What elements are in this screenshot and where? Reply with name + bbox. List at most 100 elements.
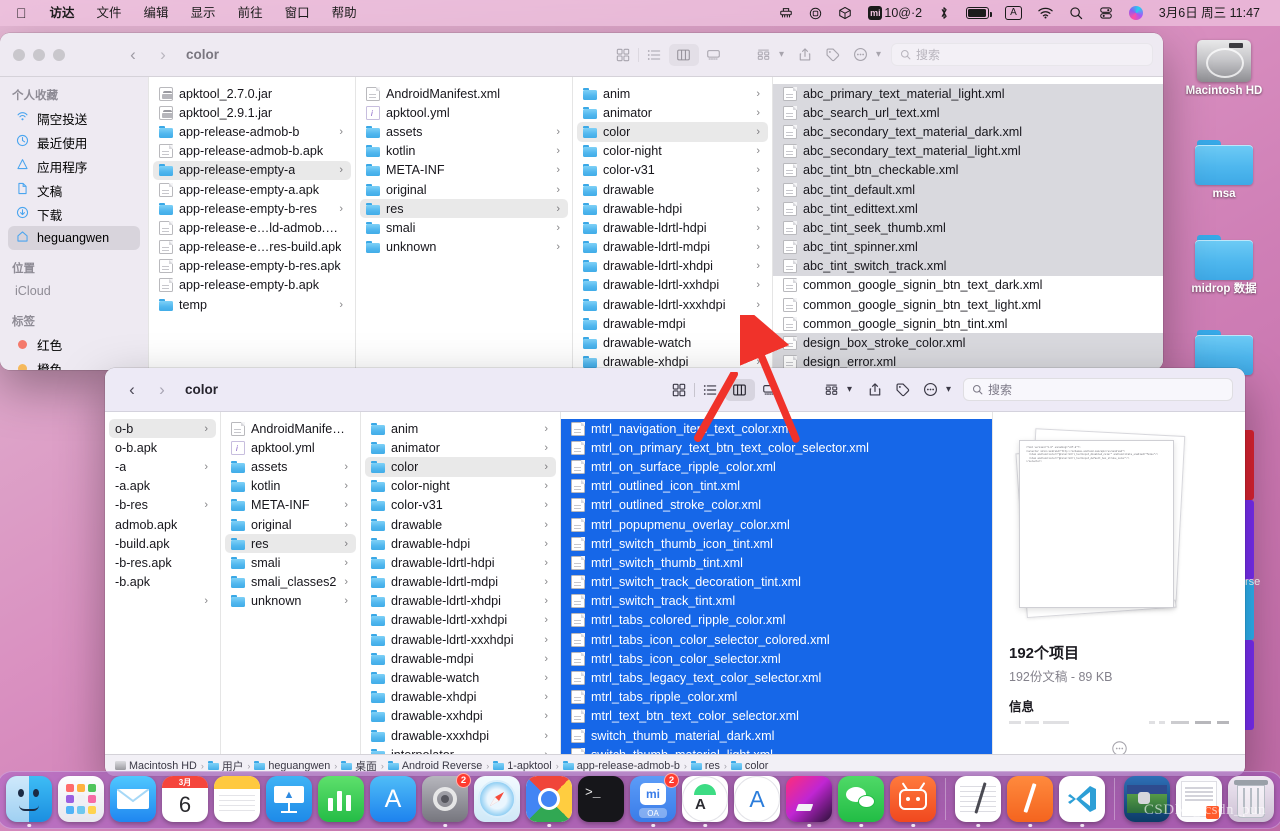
file-row[interactable]: drawable-ldrtl-xxxhdpi › [365,630,556,649]
back-button[interactable]: ‹ [119,377,145,403]
file-row[interactable]: -build.apk [109,534,216,553]
column-view-button[interactable] [668,43,699,66]
menu-item-go[interactable]: 前往 [227,0,274,26]
file-row[interactable]: drawable-ldrtl-xxhdpi › [577,276,768,295]
file-row-selected[interactable]: abc_tint_spinner.xml [773,237,1163,257]
file-row-selected[interactable]: mtrl_switch_track_decoration_tint.xml [561,572,992,592]
file-row-selected[interactable]: abc_secondary_text_material_light.xml [773,141,1163,161]
file-row[interactable]: apktool_2.9.1.jar [153,103,351,122]
back-button[interactable]: ‹ [120,42,146,68]
file-row[interactable]: drawable-ldrtl-hdpi › [577,218,768,237]
file-row-selected[interactable]: mtrl_switch_thumb_icon_tint.xml [561,534,992,554]
column-4[interactable]: abc_primary_text_material_light.xml abc_s… [772,77,1163,370]
dock-item-appstore[interactable]: A [370,776,416,822]
dock-item-mail[interactable] [110,776,156,822]
menu-item-window[interactable]: 窗口 [274,0,321,26]
file-row[interactable]: smali_classes2 › [225,573,356,592]
circle-e-icon[interactable] [801,7,830,20]
sidebar-item-downloads[interactable]: 下载 [8,202,140,226]
file-row[interactable]: drawable › [577,180,768,199]
file-row-selected[interactable]: abc_tint_default.xml [773,179,1163,200]
file-row[interactable]: app-release-admob-b.apk [153,142,351,161]
file-row[interactable]: META-INF › [225,496,356,515]
path-segment[interactable]: Macintosh HD [115,760,197,772]
path-segment[interactable]: res [690,760,720,772]
file-row[interactable]: drawable › [365,515,556,534]
file-row[interactable]: drawable-watch › [365,668,556,687]
dock-item-finder[interactable] [6,776,52,827]
file-row-selected[interactable]: abc_secondary_text_material_dark.xml [773,122,1163,142]
icon-view-button[interactable] [664,379,694,401]
forward-button[interactable]: › [149,377,175,403]
file-row[interactable]: AndroidManifest.xml [225,419,356,438]
menu-bar-clock[interactable]: 3月6日 周三 11:47 [1151,0,1268,26]
dock[interactable]: 3月 6 ▲ A 2 >_ mi OA 2 A A [0,771,1280,829]
back-window-nav[interactable]: ‹ › [120,42,176,68]
sidebar-item-recents[interactable]: 最近使用 [8,130,140,154]
file-row[interactable]: drawable-ldrtl-xhdpi › [577,257,768,276]
more-chevron-down-icon[interactable]: ▾ [876,49,881,60]
file-row[interactable]: temp › [153,295,351,314]
icon-view-button[interactable] [608,44,638,66]
column-3[interactable]: anim › animator › color › color-night › color-v3… [360,412,560,754]
input-source-icon[interactable]: A [997,6,1030,20]
file-row[interactable]: common_google_signin_btn_text_light.xml [773,295,1163,314]
file-row-selected[interactable]: switch_thumb_material_light.xml [561,745,992,754]
file-row[interactable]: drawable-xhdpi › [365,688,556,707]
group-by-chevron-down-icon[interactable]: ▾ [847,384,852,395]
dock-item-textedit[interactable] [955,776,1001,827]
file-row-selected[interactable]: mtrl_on_primary_text_btn_text_color_sele… [561,438,992,458]
file-row[interactable]: app-release-empty-b.apk [153,276,351,295]
sidebar-item-applications[interactable]: 应用程序 [8,154,140,178]
path-segment[interactable]: heguangwen [254,760,330,772]
file-row-selected[interactable]: mtrl_switch_thumb_tint.xml [561,553,992,573]
menu-item-finder[interactable]: 访达 [39,0,86,26]
file-row[interactable]: drawable-ldrtl-mdpi › [577,238,768,257]
file-row[interactable]: drawable-ldrtl-xxxhdpi › [577,295,768,314]
box-icon[interactable] [830,6,860,20]
siri-icon[interactable] [1121,6,1151,20]
file-row[interactable]: anim › [577,84,768,103]
file-row[interactable]: kotlin › [360,142,568,161]
file-row[interactable]: apktool_2.7.0.jar [153,84,351,103]
file-row[interactable]: AndroidManifest.xml [360,84,568,103]
file-row[interactable]: color-night › [577,142,768,161]
dock-item-numbers[interactable] [318,776,364,822]
file-row[interactable]: › [109,592,216,611]
file-row-selected[interactable]: mtrl_tabs_colored_ripple_color.xml [561,610,992,631]
dock-item-vscode[interactable] [1059,776,1105,827]
path-segment[interactable]: color [730,760,768,772]
file-row-selected[interactable]: mtrl_tabs_icon_color_selector_colored.xm… [561,630,992,650]
file-row[interactable]: color-night › [365,477,556,496]
file-row[interactable]: smali › [225,553,356,572]
column-2[interactable]: AndroidManifest.xmliapktool.ymlassets›ko… [220,412,360,754]
column-4[interactable]: mtrl_navigation_item_text_color.xml mtrl_… [560,412,992,754]
close-button[interactable] [13,48,25,61]
file-row[interactable]: assets › [360,122,568,141]
file-row-selected[interactable]: mtrl_tabs_ripple_color.xml [561,687,992,707]
dock-item-androidstudio2[interactable]: A [682,776,728,827]
sidebar-item-documents[interactable]: 文稿 [8,178,140,202]
file-row[interactable]: kotlin › [225,477,356,496]
file-row[interactable]: -b-res › [109,496,216,515]
file-row-selected[interactable]: mtrl_text_btn_text_color_selector.xml [561,706,992,726]
file-row-selected[interactable]: mtrl_switch_track_tint.xml [561,591,992,611]
file-row-selected[interactable]: color › [365,457,556,477]
desktop-icon-macintosh-hd[interactable]: Macintosh HD [1176,40,1272,98]
menu-item-help[interactable]: 帮助 [321,0,368,26]
dock-item-launchpad[interactable] [58,776,104,822]
file-row-selected[interactable]: res › [225,534,356,554]
mi-meter-icon[interactable]: mi 10@·2 [860,0,930,26]
file-row-selected[interactable]: design_box_stroke_color.xml [773,333,1163,353]
dock-item-safari[interactable] [474,776,520,822]
file-row[interactable]: -b.apk [109,573,216,592]
file-row[interactable]: app-release-admob-b › [153,122,351,141]
file-row-selected[interactable]: mtrl_on_surface_ripple_color.xml [561,457,992,477]
file-row[interactable]: original › [360,180,568,199]
file-row[interactable]: app-release-e…res-build.apk [153,238,351,257]
column-2[interactable]: AndroidManifest.xmliapktool.ymlassets›ko… [355,77,572,370]
file-row[interactable]: unknown › [360,238,568,257]
file-row[interactable]: drawable-hdpi › [365,534,556,553]
dock-item-pen[interactable] [1007,776,1053,827]
file-row[interactable]: drawable-mdpi › [365,649,556,668]
